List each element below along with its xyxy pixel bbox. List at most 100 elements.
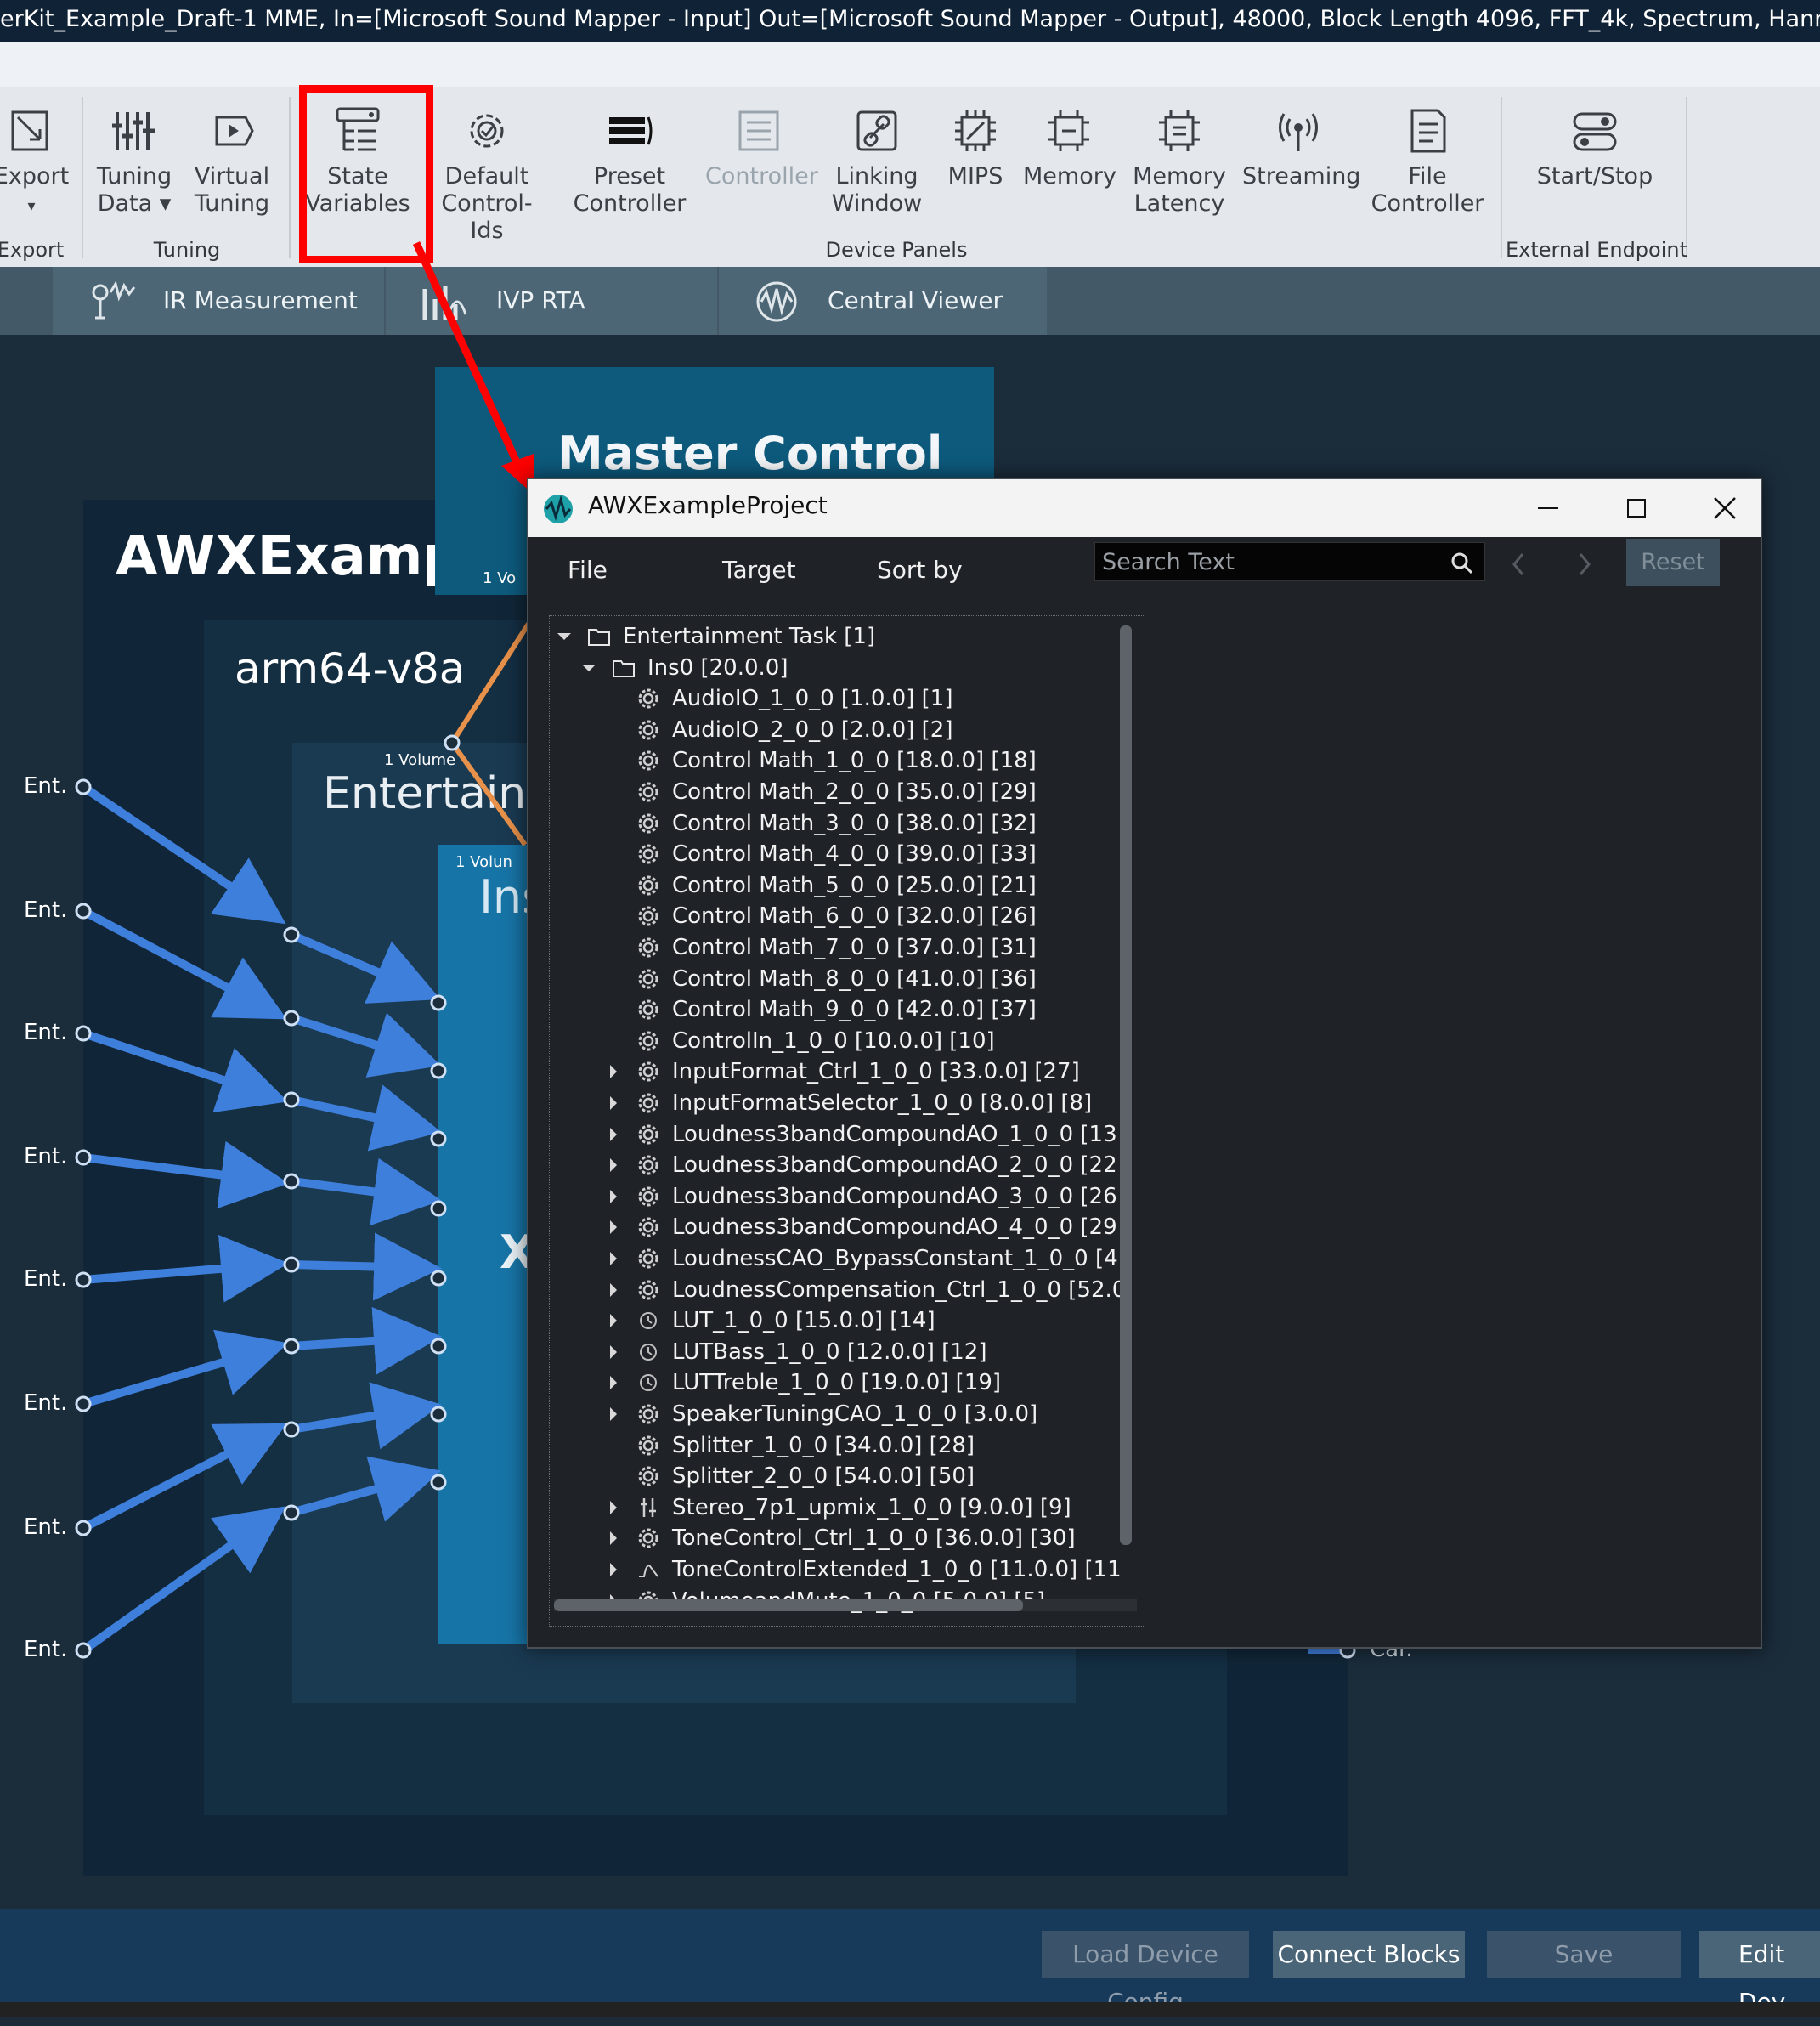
tree-item[interactable]: Control Math_7_0_0 [37.0.0] [31] bbox=[550, 932, 1145, 963]
tuning-data-button[interactable]: Tuning Data ▾ bbox=[92, 105, 177, 218]
tree-item[interactable]: SpeakerTuningCAO_1_0_0 [3.0.0] bbox=[550, 1399, 1145, 1429]
clock-icon bbox=[636, 1340, 660, 1364]
search-input[interactable] bbox=[1094, 542, 1485, 581]
reset-button[interactable]: Reset bbox=[1626, 539, 1720, 586]
expand-right-icon[interactable] bbox=[604, 1305, 623, 1336]
start-stop-button[interactable]: Start/Stop bbox=[1535, 105, 1655, 190]
tree-item-label: AudioIO_2_0_0 [2.0.0] [2] bbox=[672, 716, 953, 743]
save-button[interactable]: Save bbox=[1487, 1931, 1681, 1978]
tree-item[interactable]: Control Math_2_0_0 [35.0.0] [29] bbox=[550, 777, 1145, 807]
tab-central-viewer[interactable]: Central Viewer bbox=[719, 267, 1047, 335]
menu-sort-by[interactable]: Sort by bbox=[877, 556, 963, 584]
close-button[interactable] bbox=[1699, 488, 1750, 529]
tree-item[interactable]: Control Math_1_0_0 [18.0.0] [18] bbox=[550, 745, 1145, 776]
search-icon[interactable] bbox=[1450, 551, 1475, 576]
tuning-data-icon bbox=[112, 112, 155, 150]
preset-controller-button[interactable]: Preset Controller bbox=[569, 105, 690, 218]
expand-right-icon[interactable] bbox=[604, 1088, 623, 1118]
tab-ir-measurement[interactable]: IR Measurement bbox=[53, 267, 384, 335]
state-variable-tree[interactable]: Entertainment Task [1] Ins0 [20.0.0] Audio… bbox=[549, 615, 1145, 1627]
tree-item[interactable]: Splitter_2_0_0 [54.0.0] [50] bbox=[550, 1461, 1145, 1491]
file-controller-button[interactable]: File Controller bbox=[1366, 105, 1489, 218]
export-button[interactable]: Export ▾ bbox=[0, 105, 70, 220]
memory-button[interactable]: Memory bbox=[1023, 105, 1116, 190]
tree-item[interactable]: LUTTreble_1_0_0 [19.0.0] [19] bbox=[550, 1367, 1145, 1398]
maximize-button[interactable] bbox=[1611, 488, 1662, 529]
tree-item[interactable]: Splitter_1_0_0 [34.0.0] [28] bbox=[550, 1430, 1145, 1461]
wire bbox=[82, 1029, 288, 1112]
tree-item[interactable]: LUT_1_0_0 [15.0.0] [14] bbox=[550, 1305, 1145, 1336]
tree-item[interactable]: Loudness3bandCompoundAO_1_0_0 [13 bbox=[550, 1119, 1145, 1150]
menu-file[interactable]: File bbox=[568, 556, 608, 584]
expand-right-icon[interactable] bbox=[604, 1119, 623, 1150]
streaming-button[interactable]: Streaming bbox=[1242, 105, 1360, 190]
expand-right-icon[interactable] bbox=[604, 1337, 623, 1367]
minimize-button[interactable] bbox=[1523, 488, 1574, 529]
expand-right-icon[interactable] bbox=[604, 1523, 623, 1553]
tree-item[interactable]: AudioIO_2_0_0 [2.0.0] [2] bbox=[550, 715, 1145, 745]
state-variables-dialog[interactable]: AWXExampleProject File Target Sort by Re… bbox=[527, 478, 1762, 1649]
tree-vertical-scrollbar[interactable] bbox=[1120, 625, 1132, 1545]
tree-item[interactable]: Loudness3bandCompoundAO_3_0_0 [26 bbox=[550, 1181, 1145, 1212]
memory-latency-button[interactable]: Memory Latency bbox=[1132, 105, 1227, 218]
expand-right-icon[interactable] bbox=[604, 1181, 623, 1212]
expand-right-icon[interactable] bbox=[604, 1243, 623, 1274]
tree-item-label: Loudness3bandCompoundAO_1_0_0 [13 bbox=[672, 1121, 1117, 1147]
wire bbox=[82, 1234, 289, 1303]
next-result-button[interactable] bbox=[1570, 547, 1597, 581]
expand-right-icon[interactable] bbox=[604, 1056, 623, 1087]
expand-right-icon[interactable] bbox=[604, 1399, 623, 1429]
tool-tab-strip: IR Measurement IVP RTA Central Viewer bbox=[0, 267, 1820, 335]
menu-target[interactable]: Target bbox=[722, 556, 796, 584]
tab-ivp-rta[interactable]: IVP RTA bbox=[386, 267, 717, 335]
tree-item[interactable]: Loudness3bandCompoundAO_4_0_0 [29 bbox=[550, 1212, 1145, 1242]
edit-device-button[interactable]: Edit Dev bbox=[1699, 1931, 1820, 2016]
tree-item-label: Control Math_5_0_0 [25.0.0] [21] bbox=[672, 872, 1037, 898]
expand-right-icon[interactable] bbox=[604, 1492, 623, 1523]
tree-item[interactable]: InputFormat_Ctrl_1_0_0 [33.0.0] [27] bbox=[550, 1056, 1145, 1087]
tree-item[interactable]: Control Math_8_0_0 [41.0.0] [36] bbox=[550, 964, 1145, 994]
expand-down-icon[interactable] bbox=[555, 621, 574, 652]
load-device-config-button[interactable]: Load Device Config bbox=[1042, 1931, 1249, 2016]
wire bbox=[290, 1084, 442, 1152]
expand-down-icon[interactable] bbox=[579, 653, 598, 683]
tree-horizontal-scrollbar-thumb[interactable] bbox=[554, 1599, 1023, 1611]
default-control-ids-button[interactable]: Default Control-Ids bbox=[427, 105, 547, 245]
tree-item-label: SpeakerTuningCAO_1_0_0 [3.0.0] bbox=[672, 1401, 1038, 1427]
tree-item[interactable]: Control Math_6_0_0 [32.0.0] [26] bbox=[550, 901, 1145, 931]
tree-item[interactable]: Control Math_9_0_0 [42.0.0] [37] bbox=[550, 994, 1145, 1025]
tree-item[interactable]: Control Math_5_0_0 [25.0.0] [21] bbox=[550, 870, 1145, 901]
tree-item[interactable]: Stereo_7p1_upmix_1_0_0 [9.0.0] [9] bbox=[550, 1492, 1145, 1523]
expand-right-icon[interactable] bbox=[604, 1275, 623, 1305]
connect-blocks-button[interactable]: Connect Blocks bbox=[1273, 1931, 1465, 1978]
tree-item[interactable]: InputFormatSelector_1_0_0 [8.0.0] [8] bbox=[550, 1088, 1145, 1118]
mips-button[interactable]: MIPS bbox=[938, 105, 1013, 190]
expand-right-icon[interactable] bbox=[604, 1554, 623, 1585]
virtual-tuning-button[interactable]: Virtual Tuning bbox=[187, 105, 277, 218]
tree-item[interactable]: Control Math_4_0_0 [39.0.0] [33] bbox=[550, 839, 1145, 869]
tree-item[interactable]: Control Math_3_0_0 [38.0.0] [32] bbox=[550, 808, 1145, 839]
tree-item[interactable]: Loudness3bandCompoundAO_2_0_0 [22 bbox=[550, 1150, 1145, 1180]
gear-icon bbox=[636, 1060, 660, 1084]
tree-item[interactable]: LoudnessCAO_BypassConstant_1_0_0 [4 bbox=[550, 1243, 1145, 1274]
controller-button[interactable]: Controller bbox=[705, 105, 818, 190]
expand-right-icon[interactable] bbox=[604, 1367, 623, 1398]
previous-result-button[interactable] bbox=[1506, 547, 1533, 581]
tree-item-label: Control Math_8_0_0 [41.0.0] [36] bbox=[672, 965, 1037, 992]
dialog-title-bar: AWXExampleProject bbox=[528, 479, 1761, 537]
tree-item[interactable]: Ins0 [20.0.0] bbox=[550, 653, 1145, 683]
tree-item[interactable]: AudioIO_1_0_0 [1.0.0] [1] bbox=[550, 683, 1145, 714]
tree-horizontal-scrollbar-track bbox=[554, 1599, 1137, 1611]
tree-item[interactable]: ToneControl_Ctrl_1_0_0 [36.0.0] [30] bbox=[550, 1523, 1145, 1553]
tree-item[interactable]: LoudnessCompensation_Ctrl_1_0_0 [52.0 bbox=[550, 1275, 1145, 1305]
tree-item[interactable]: LUTBass_1_0_0 [12.0.0] [12] bbox=[550, 1337, 1145, 1367]
linking-window-button[interactable]: Linking Window bbox=[829, 105, 924, 218]
tree-item[interactable]: ControlIn_1_0_0 [10.0.0] [10] bbox=[550, 1026, 1145, 1056]
expand-right-icon[interactable] bbox=[604, 1212, 623, 1242]
tree-item[interactable]: Entertainment Task [1] bbox=[550, 621, 1145, 652]
tree-item-label: ToneControlExtended_1_0_0 [11.0.0] [11 bbox=[672, 1557, 1122, 1582]
wire bbox=[81, 783, 286, 925]
tree-item-label: Control Math_2_0_0 [35.0.0] [29] bbox=[672, 779, 1037, 805]
tree-item[interactable]: ToneControlExtended_1_0_0 [11.0.0] [11 bbox=[550, 1554, 1145, 1585]
expand-right-icon[interactable] bbox=[604, 1150, 623, 1180]
